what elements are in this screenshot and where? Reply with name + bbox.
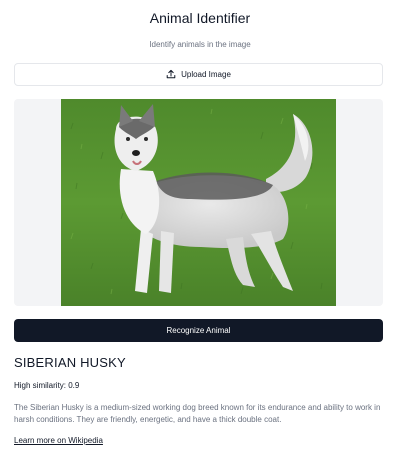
- page-title: Animal Identifier: [149, 10, 251, 26]
- upload-image-label: Upload Image: [181, 70, 231, 79]
- result-animal-name: SIBERIAN HUSKY: [14, 355, 126, 370]
- upload-image-button[interactable]: Upload Image: [14, 63, 383, 86]
- wikipedia-link[interactable]: Learn more on Wikipedia: [14, 436, 103, 445]
- recognize-animal-button[interactable]: Recognize Animal: [14, 319, 383, 342]
- animal-identifier-app: Animal Identifier Identify animals in th…: [0, 0, 400, 457]
- similarity-score: High similarity: 0.9: [14, 381, 80, 390]
- upload-icon: [166, 69, 176, 81]
- page-subtitle: Identify animals in the image: [149, 40, 251, 49]
- animal-photo: [61, 99, 336, 306]
- image-preview-panel: [14, 99, 383, 306]
- animal-description: The Siberian Husky is a medium-sized wor…: [14, 403, 381, 424]
